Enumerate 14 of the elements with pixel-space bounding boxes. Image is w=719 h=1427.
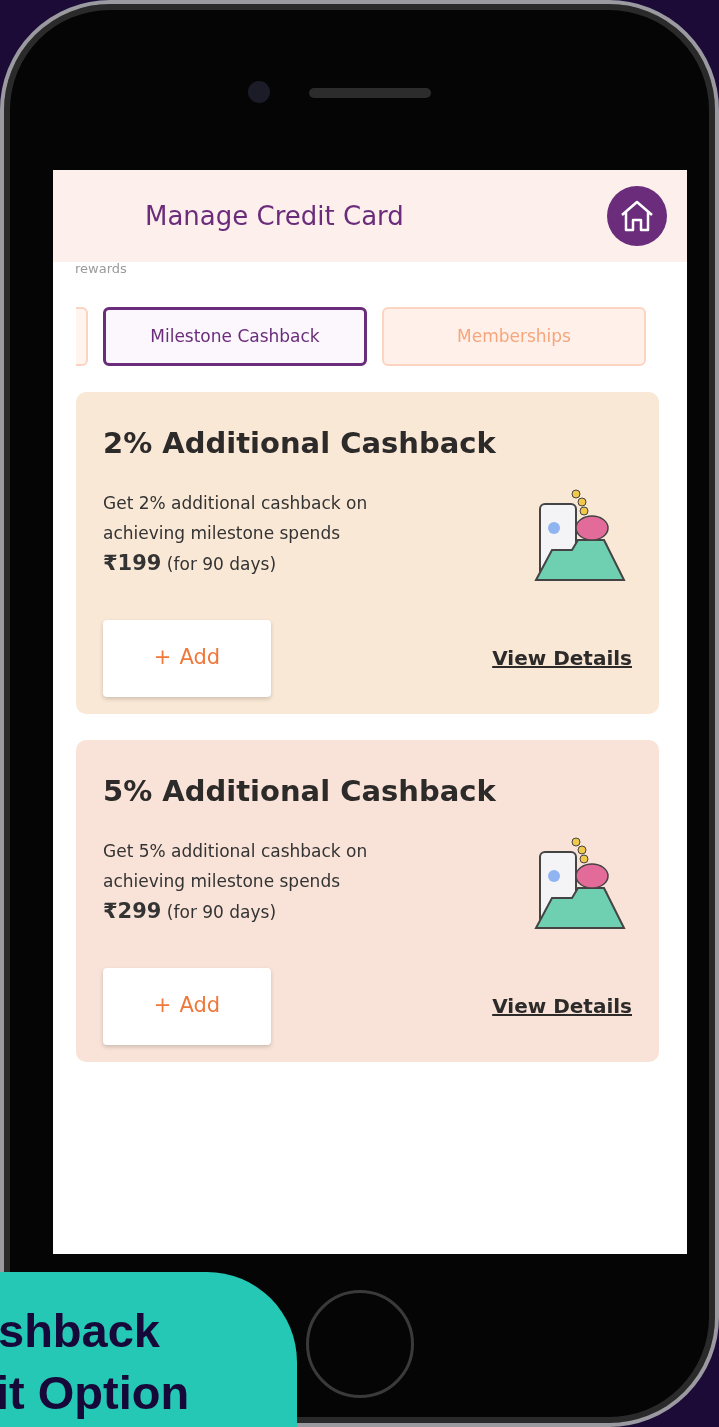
offer-price: ₹199 (for 90 days) — [103, 549, 278, 577]
offer-title: 2% Additional Cashback — [103, 425, 497, 462]
section-label: rewards — [74, 262, 128, 276]
offer-description: Get 5% additional cashback on achieving milestone spends — [103, 839, 369, 893]
view-details-link[interactable]: View Details — [492, 991, 632, 1021]
plus-icon: + — [153, 645, 172, 670]
page-title: Manage Credit Card — [145, 199, 404, 233]
tab[interactable]: Milestone Cashback — [103, 307, 367, 366]
caption-text: shback — [0, 1303, 161, 1359]
offer-description: Get 2% additional cashback on achieving milestone spends — [103, 491, 369, 545]
offer-title: 5% Additional Cashback — [103, 773, 497, 810]
plus-icon: + — [153, 993, 172, 1018]
offer-price: ₹299 (for 90 days) — [103, 897, 278, 925]
view-details-link[interactable]: View Details — [492, 643, 632, 673]
